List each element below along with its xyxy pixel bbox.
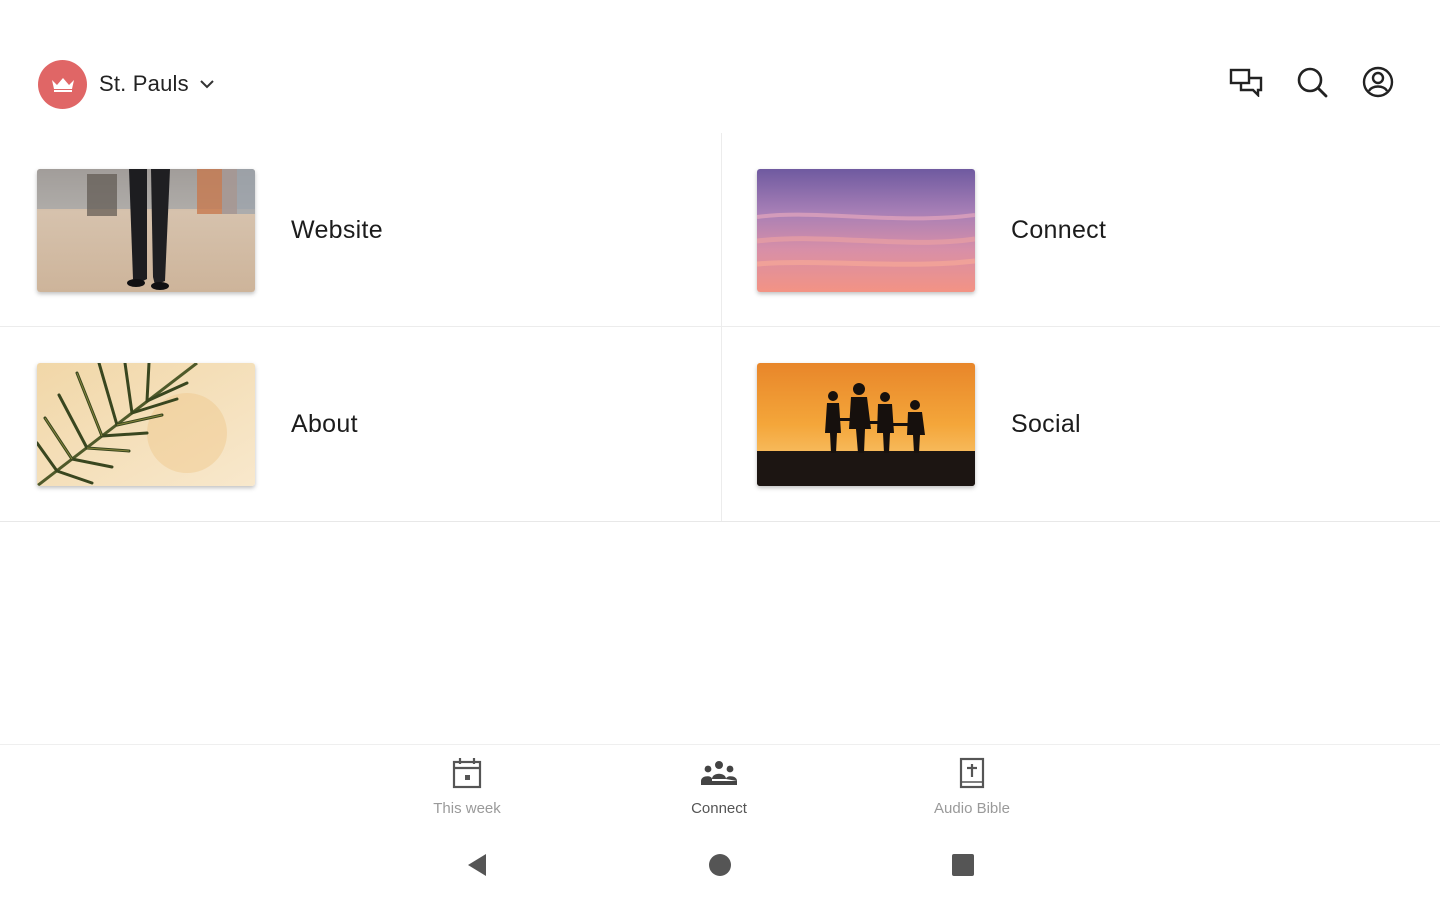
chat-icon[interactable] [1228,64,1264,100]
nav-item-connect[interactable]: Connect [644,757,794,817]
chevron-down-icon [199,79,215,89]
church-selector[interactable]: St. Pauls [38,59,215,109]
app-header: St. Pauls [0,0,1440,135]
nav-label: Audio Bible [934,800,1010,817]
tile-about[interactable]: About [0,327,720,521]
nav-label: Connect [691,800,747,817]
sunset-sky-photo [757,168,975,292]
nav-item-this-week[interactable]: This week [392,757,542,817]
tile-connect[interactable]: Connect [720,133,1440,327]
tile-label: Social [1011,409,1081,438]
calendar-icon [452,757,482,794]
tile-website[interactable]: Website [0,133,720,327]
walking-person-photo [37,168,255,292]
content-grid: Website Connect About Social [0,133,1440,523]
tile-label: Connect [1011,215,1107,244]
nav-label: This week [433,800,501,817]
back-triangle-icon[interactable] [462,850,492,880]
account-icon[interactable] [1360,64,1396,100]
bottom-navigation: This week Connect Audio Bible [0,744,1440,826]
recents-square-icon[interactable] [948,850,978,880]
tile-label: About [291,409,358,438]
search-icon[interactable] [1294,64,1330,100]
system-navigation-bar [0,836,1440,892]
tile-label: Website [291,215,383,244]
people-icon [700,757,738,794]
grid-divider-bottom [0,521,1440,522]
nav-item-audio-bible[interactable]: Audio Bible [897,757,1047,817]
bible-icon [957,757,987,794]
palm-leaf-photo [37,362,255,486]
home-circle-icon[interactable] [705,850,735,880]
church-name: St. Pauls [99,71,189,96]
crown-icon [38,59,87,109]
tile-social[interactable]: Social [720,327,1440,521]
family-silhouette-sunset-photo [757,362,975,486]
